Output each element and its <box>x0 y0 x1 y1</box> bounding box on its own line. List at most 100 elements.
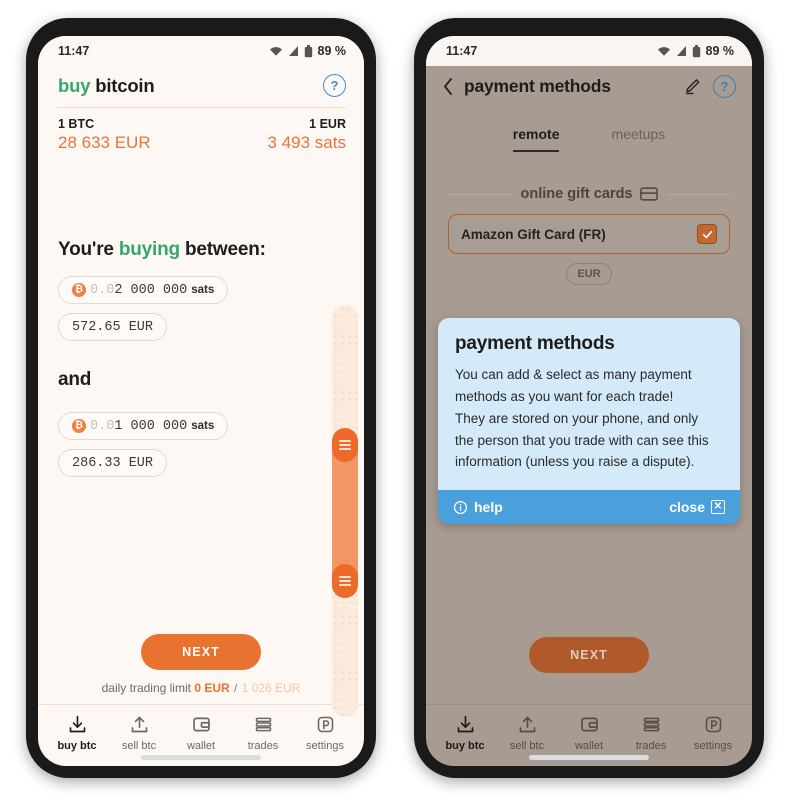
nav-item-sell-btc[interactable]: sell btc <box>108 714 170 752</box>
home-indicator <box>141 755 261 760</box>
slider-selected-range <box>332 445 358 582</box>
nav-item-wallet[interactable]: wallet <box>558 714 620 752</box>
screen-payment-methods: 11:47 89 % payment methods ? remote meet… <box>426 36 752 766</box>
bitcoin-icon: ₿ <box>72 419 86 433</box>
help-circle-icon[interactable]: ? <box>713 75 736 98</box>
dialog-help-button[interactable]: help <box>453 499 503 515</box>
nav-item-buy-btc[interactable]: buy btc <box>434 714 496 752</box>
min-sats-value: 1 000 000 <box>114 418 188 434</box>
page-title: buy bitcoin <box>58 75 155 97</box>
nav-item-trades[interactable]: trades <box>620 714 682 752</box>
tab-bar: remote meetups <box>426 126 752 154</box>
payment-method-row[interactable]: Amazon Gift Card (FR) <box>448 214 730 254</box>
amount-selector: You're buying between: ₿ 0.0 2 000 000 s… <box>38 157 364 717</box>
download-tray-icon <box>69 715 85 732</box>
nav-label-wallet: wallet <box>186 739 216 752</box>
dialog-footer: help close ✕ <box>438 490 740 525</box>
slider-thumb-lower[interactable] <box>332 564 358 599</box>
min-sats-dim-prefix: 0.0 <box>90 418 115 434</box>
dialog-close-button[interactable]: close ✕ <box>669 499 725 515</box>
max-amount-sats-input[interactable]: ₿ 0.0 2 000 000 sats <box>58 276 229 304</box>
nav-label-buy-btc: buy btc <box>445 739 485 752</box>
screen-buy-bitcoin: 11:47 89 % buy bitcoin ? 1 BTC 1 EUR 28 … <box>38 36 364 766</box>
nav-label-sell-btc: sell btc <box>121 739 157 752</box>
payment-method-label: Amazon Gift Card (FR) <box>461 226 606 242</box>
and-title: and <box>58 369 92 390</box>
max-amount-fiat: 572.65 EUR <box>58 313 168 341</box>
max-fiat-value: 572.65 EUR <box>72 319 154 335</box>
range-slider[interactable] <box>332 305 358 717</box>
rate-btc-value: 28 633 EUR <box>58 133 151 152</box>
nav-label-sell-btc: sell btc <box>509 739 545 752</box>
tab-remote[interactable]: remote <box>512 126 560 152</box>
limit-label: daily trading limit <box>101 681 191 695</box>
dialog-text: You can add & select as many payment met… <box>455 364 723 473</box>
dialog-body: payment methods You can add & select as … <box>438 318 740 491</box>
help-circle-icon[interactable]: ? <box>323 74 346 97</box>
nav-item-settings[interactable]: settings <box>682 714 744 752</box>
dialog-line: methods as you want for each trade! <box>455 388 674 404</box>
close-icon: ✕ <box>711 500 725 515</box>
nav-label-wallet: wallet <box>574 739 604 752</box>
card-icon <box>639 187 658 201</box>
nav-item-buy-btc[interactable]: buy btc <box>46 714 108 752</box>
section-rule-left <box>448 193 512 195</box>
min-fiat-value: 286.33 EUR <box>72 455 154 471</box>
tab-meetups[interactable]: meetups <box>611 126 665 152</box>
currency-chip[interactable]: EUR <box>566 263 612 285</box>
pencil-icon[interactable] <box>682 76 703 97</box>
nav-item-settings[interactable]: settings <box>294 714 356 752</box>
download-tray-icon <box>457 715 473 732</box>
wifi-icon <box>269 47 282 56</box>
upload-tray-icon <box>519 716 535 732</box>
max-sats-unit: sats <box>191 284 215 296</box>
next-button[interactable]: NEXT <box>529 637 649 673</box>
nav-label-trades: trades <box>635 739 667 752</box>
battery-percent: 89 % <box>317 44 347 58</box>
payment-method-checkbox[interactable] <box>697 224 717 244</box>
nav-label-settings: settings <box>306 739 344 752</box>
upload-tray-icon <box>131 716 147 732</box>
nav-item-sell-btc[interactable]: sell btc <box>496 714 558 752</box>
phone-left: 11:47 89 % buy bitcoin ? 1 BTC 1 EUR 28 … <box>26 18 376 778</box>
dialog-line: the person that you trade with can see t… <box>455 432 709 448</box>
signal-icon <box>676 46 686 56</box>
stacked-bars-icon <box>643 717 659 731</box>
limit-slash: / <box>234 681 238 695</box>
buying-prefix: You're <box>58 239 119 260</box>
dialog-title: payment methods <box>455 333 615 354</box>
chevron-left-icon[interactable] <box>442 77 454 96</box>
app-bar: payment methods ? <box>426 66 752 108</box>
section-online-gift-cards: online gift cards <box>448 186 730 202</box>
min-amount-sats-input[interactable]: ₿ 0.0 1 000 000 sats <box>58 412 229 440</box>
next-button[interactable]: NEXT <box>141 634 261 670</box>
battery-icon <box>304 44 312 57</box>
wallet-icon <box>192 717 210 731</box>
nav-item-trades[interactable]: trades <box>232 714 294 752</box>
screenshot-canvas: 11:47 89 % buy bitcoin ? 1 BTC 1 EUR 28 … <box>0 0 800 800</box>
home-indicator <box>529 755 649 760</box>
section-rule-right <box>666 193 730 195</box>
payment-methods-dialog: payment methods You can add & select as … <box>438 318 740 525</box>
status-indicators: 89 % <box>269 44 347 58</box>
slider-thumb-upper[interactable] <box>332 428 358 463</box>
signal-icon <box>288 46 298 56</box>
wallet-icon <box>580 717 598 731</box>
limit-max: 1 026 EUR <box>241 681 301 695</box>
info-icon <box>453 500 468 514</box>
stacked-bars-icon <box>255 717 271 731</box>
status-time: 11:47 <box>446 44 478 58</box>
phone-right: 11:47 89 % payment methods ? remote meet… <box>414 18 764 778</box>
nav-item-wallet[interactable]: wallet <box>170 714 232 752</box>
exchange-rates: 1 BTC 1 EUR 28 633 EUR 3 493 sats <box>38 108 364 157</box>
min-amount-fiat: 286.33 EUR <box>58 449 168 477</box>
rate-btc-label: 1 BTC <box>58 117 95 131</box>
status-bar: 11:47 89 % <box>38 36 364 66</box>
wifi-icon <box>657 47 670 56</box>
page-title: payment methods <box>464 76 611 96</box>
status-time: 11:47 <box>58 44 90 58</box>
check-icon <box>702 230 712 238</box>
bitcoin-icon: ₿ <box>72 283 86 297</box>
footer: NEXT daily trading limit 0 EUR / 1 026 E… <box>38 634 364 704</box>
min-sats-unit: sats <box>191 420 215 432</box>
